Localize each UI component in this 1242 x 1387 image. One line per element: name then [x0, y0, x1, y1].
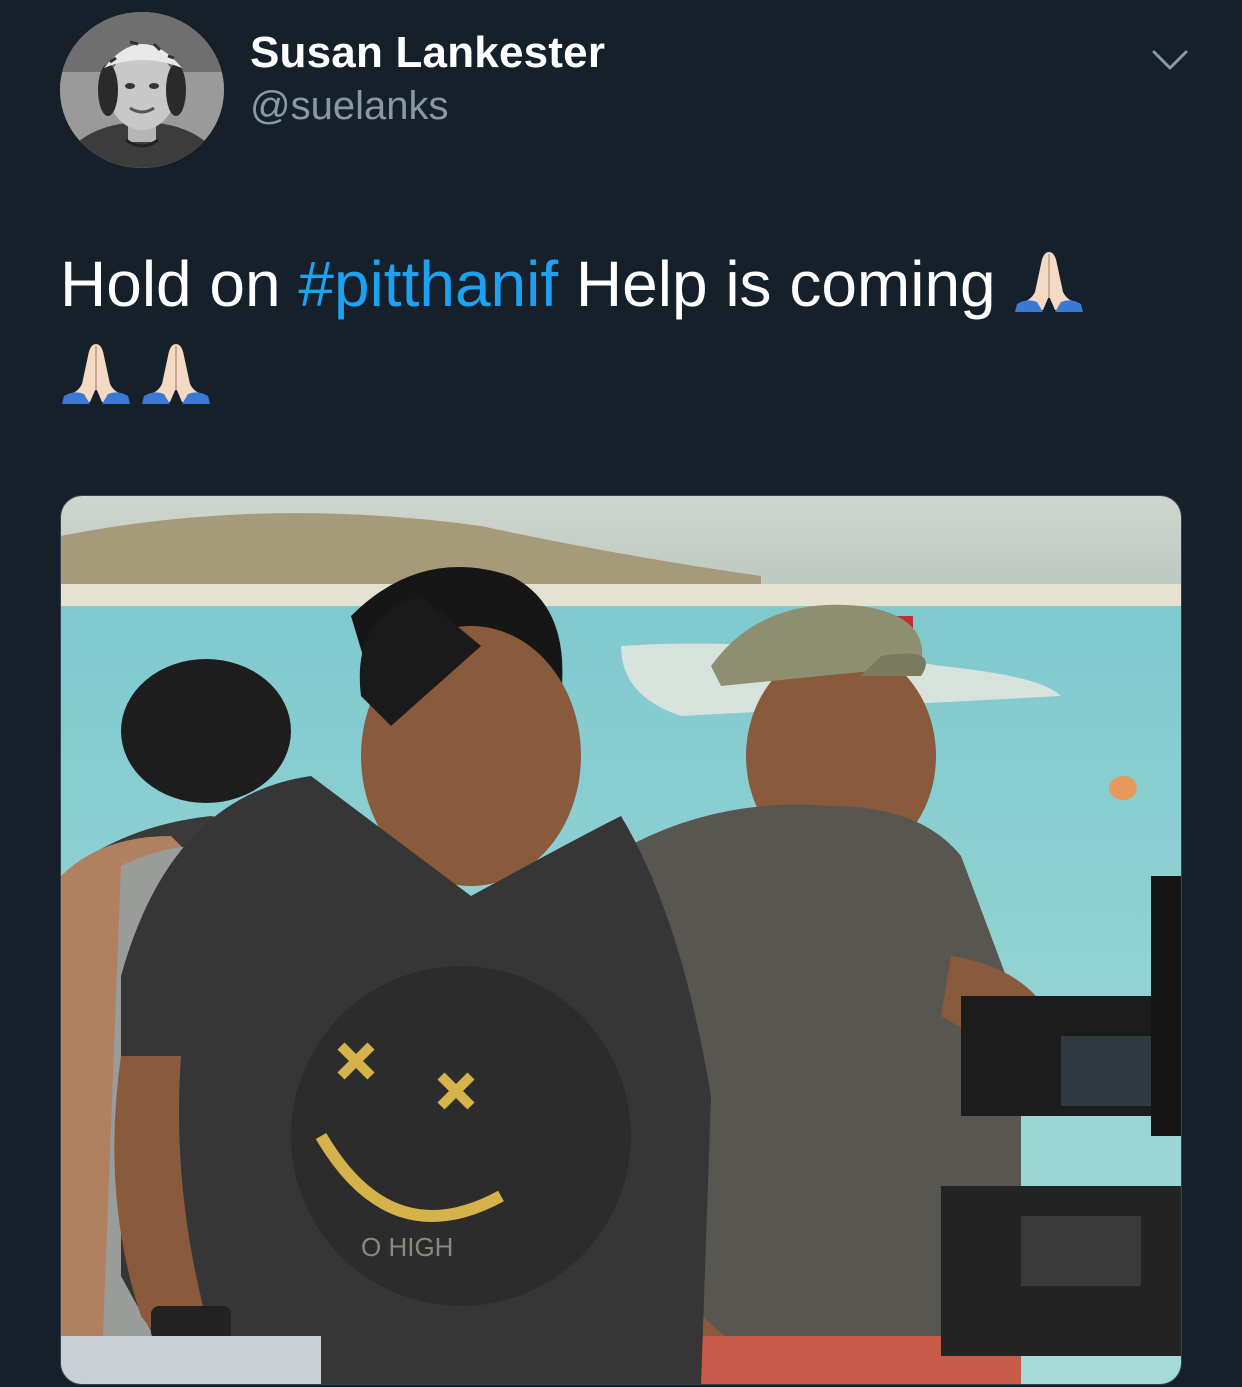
- folded-hands-emoji-icon: [140, 336, 212, 408]
- folded-hands-emoji-icon: [60, 336, 132, 408]
- author-info[interactable]: Susan Lankester @suelanks: [250, 26, 605, 132]
- display-name[interactable]: Susan Lankester: [250, 26, 605, 80]
- user-handle[interactable]: @suelanks: [250, 80, 605, 132]
- tweet-text-suffix: Help is coming: [558, 248, 996, 320]
- folded-hands-emoji-icon: [1013, 244, 1085, 316]
- shirt-print-text: O HIGH: [361, 1232, 453, 1262]
- tweet-text: Hold on #pitthanif Help is coming: [60, 238, 1190, 422]
- tweet-photo[interactable]: O HIGH: [60, 495, 1182, 1385]
- chevron-down-icon[interactable]: [1150, 44, 1190, 74]
- tweet-card[interactable]: Susan Lankester @suelanks Hold on #pitth…: [0, 0, 1242, 1387]
- tweet-text-prefix: Hold on: [60, 248, 299, 320]
- hashtag-link[interactable]: #pitthanif: [298, 248, 558, 320]
- avatar[interactable]: [60, 12, 224, 168]
